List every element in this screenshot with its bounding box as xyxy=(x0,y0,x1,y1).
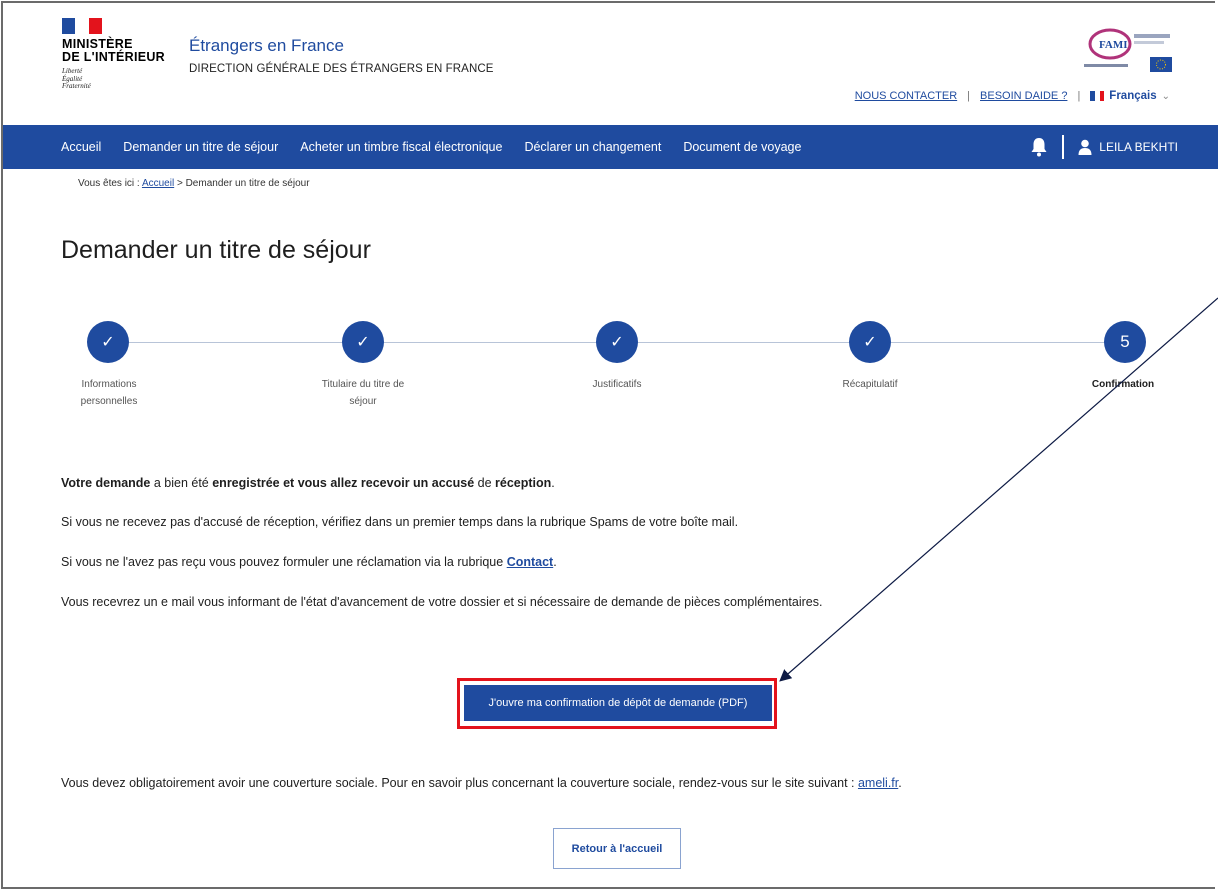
step-2-label-line2: séjour xyxy=(349,396,377,407)
step-1-check-icon: ✓ xyxy=(87,321,129,363)
confirmation-message-part: Votre demande xyxy=(61,476,151,490)
main-navbar: Accueil Demander un titre de séjour Ache… xyxy=(3,125,1218,169)
breadcrumb-prefix: Vous êtes ici : xyxy=(78,178,140,189)
breadcrumb: Vous êtes ici : Accueil > Demander un ti… xyxy=(78,178,310,189)
step-2-check-icon: ✓ xyxy=(342,321,384,363)
ameli-link[interactable]: ameli.fr xyxy=(858,776,898,790)
step-3-check-icon: ✓ xyxy=(596,321,638,363)
site-subtitle: DIRECTION GÉNÉRALE DES ÉTRANGERS EN FRAN… xyxy=(189,63,494,75)
fami-logo-text: FAMI xyxy=(1099,39,1128,51)
claim-text-suffix: . xyxy=(553,555,557,569)
step-2-label-line1: Titulaire du titre de xyxy=(321,379,405,390)
return-home-button[interactable]: Retour à l'accueil xyxy=(553,828,681,869)
nav-item-document-voyage[interactable]: Document de voyage xyxy=(683,140,801,154)
contact-rubrique-link[interactable]: Contact xyxy=(507,555,554,569)
step-1-label-line1: Informations xyxy=(81,379,137,390)
social-coverage-suffix: . xyxy=(898,776,902,790)
user-name: LEILA BEKHTI xyxy=(1099,140,1178,154)
motto: Liberté Égalité Fraternité xyxy=(62,67,182,91)
step-5-label: Confirmation xyxy=(1091,379,1155,390)
french-flag-icon xyxy=(62,18,102,34)
confirmation-message-part: réception xyxy=(495,476,552,490)
help-link[interactable]: BESOIN DAIDE ? xyxy=(980,90,1067,102)
link-separator: | xyxy=(1077,90,1081,102)
open-pdf-confirmation-button[interactable]: J'ouvre ma confirmation de dépôt de dema… xyxy=(464,685,772,721)
confirmation-message: Votre demande a bien été enregistrée et … xyxy=(61,476,555,490)
step-4-check-icon: ✓ xyxy=(849,321,891,363)
bell-icon[interactable] xyxy=(1030,137,1048,157)
step-1-label: Informations personnelles xyxy=(49,376,169,410)
ministry-logo[interactable]: MINISTÈRE DE L'INTÉRIEUR Liberté Égalité… xyxy=(62,18,182,91)
chevron-down-icon: ⌄ xyxy=(1161,90,1170,102)
breadcrumb-home-link[interactable]: Accueil xyxy=(142,178,174,189)
nav-item-timbre-fiscal[interactable]: Acheter un timbre fiscal électronique xyxy=(300,140,502,154)
step-5-number: 5 xyxy=(1104,321,1146,363)
email-info-text: Vous recevrez un e mail vous informant d… xyxy=(61,595,823,609)
language-label: Français xyxy=(1109,90,1157,102)
nav-item-declarer-changement[interactable]: Déclarer un changement xyxy=(524,140,661,154)
social-coverage-prefix: Vous devez obligatoirement avoir une cou… xyxy=(61,776,858,790)
claim-text-prefix: Si vous ne l'avez pas reçu vous pouvez f… xyxy=(61,555,507,569)
motto-fraternite: Fraternité xyxy=(62,82,91,90)
claim-text: Si vous ne l'avez pas reçu vous pouvez f… xyxy=(61,555,557,569)
fami-logo: FAMI xyxy=(1084,28,1172,72)
french-flag-icon xyxy=(1090,91,1105,101)
spam-check-text: Si vous ne recevez pas d'accusé de récep… xyxy=(61,515,739,529)
page-title: Demander un titre de séjour xyxy=(61,236,371,264)
confirmation-message-part: . xyxy=(551,476,555,490)
site-title[interactable]: Étrangers en France xyxy=(189,36,344,56)
breadcrumb-current: > Demander un titre de séjour xyxy=(176,178,310,189)
language-selector[interactable]: Français ⌄ xyxy=(1090,90,1170,102)
social-coverage-text: Vous devez obligatoirement avoir une cou… xyxy=(61,776,902,790)
step-2-label: Titulaire du titre de séjour xyxy=(303,376,423,410)
top-links: NOUS CONTACTER | BESOIN DAIDE ? | França… xyxy=(855,90,1170,102)
user-icon xyxy=(1078,139,1092,155)
nav-item-accueil[interactable]: Accueil xyxy=(61,140,101,154)
ministry-name-line2: DE L'INTÉRIEUR xyxy=(62,50,166,64)
step-3-label: Justificatifs xyxy=(592,379,642,390)
confirmation-message-part: de xyxy=(474,476,496,490)
link-separator: | xyxy=(967,90,971,102)
nav-item-demander-titre[interactable]: Demander un titre de séjour xyxy=(123,140,278,154)
step-1-label-line2: personnelles xyxy=(80,396,138,407)
confirmation-message-part: enregistrée et vous allez recevoir un ac… xyxy=(212,476,475,490)
nav-divider xyxy=(1062,135,1065,159)
contact-link[interactable]: NOUS CONTACTER xyxy=(855,90,957,102)
confirmation-message-part: a bien été xyxy=(150,476,213,490)
step-4-label: Récapitulatif xyxy=(842,379,898,390)
user-menu[interactable]: LEILA BEKHTI xyxy=(1078,139,1178,155)
